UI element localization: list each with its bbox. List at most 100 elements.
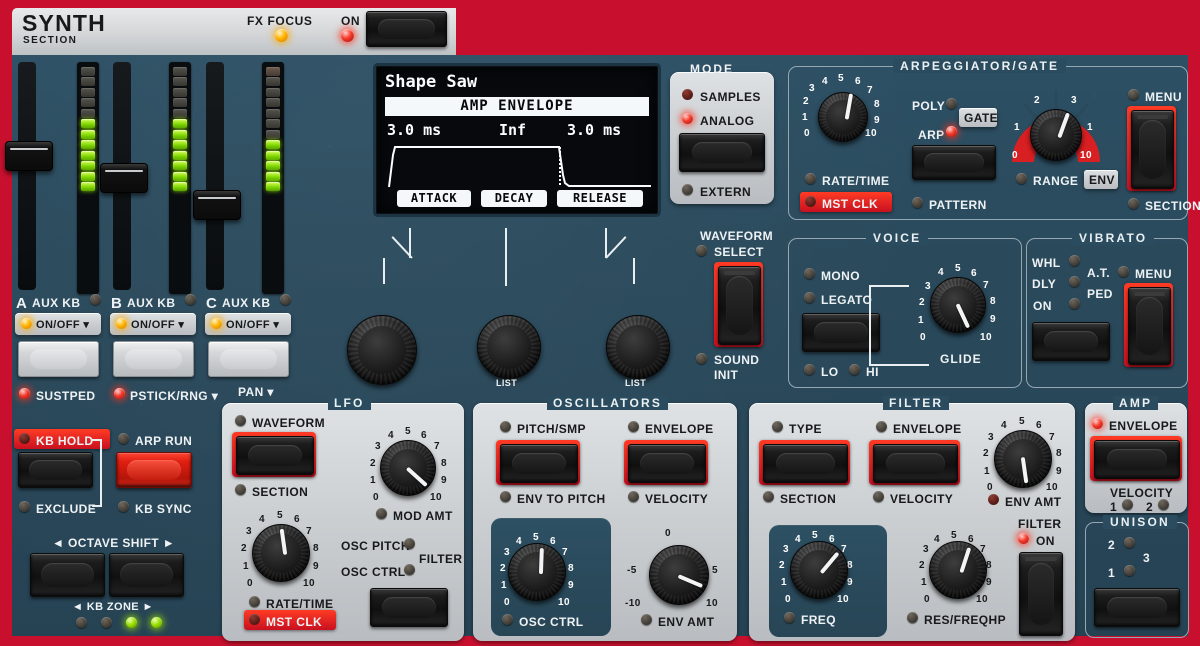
aux-kb-c-onoff-led bbox=[211, 318, 222, 329]
filter-env-amt-knob[interactable] bbox=[994, 430, 1052, 488]
filter-freq-knob[interactable] bbox=[790, 541, 848, 599]
knob-attack[interactable] bbox=[347, 315, 417, 385]
pattern-button[interactable] bbox=[912, 145, 996, 180]
filter-envelope-button[interactable] bbox=[873, 444, 958, 483]
kb-sync-led bbox=[118, 501, 129, 512]
filter-on-rocker[interactable] bbox=[1019, 552, 1063, 636]
filter-res-knob[interactable] bbox=[929, 541, 987, 599]
lfo-mod-tick-1: 1 bbox=[370, 475, 376, 486]
range-led bbox=[1016, 173, 1027, 184]
samples-label: SAMPLES bbox=[700, 90, 761, 104]
vibrato-menu-rocker[interactable] bbox=[1128, 287, 1171, 365]
filter-res-tick-10: 10 bbox=[976, 594, 988, 605]
osc-envamt-tick-m10: -10 bbox=[625, 598, 641, 609]
aux-kb-c-button[interactable] bbox=[208, 341, 289, 377]
lfo-filter-label: FILTER bbox=[419, 552, 463, 566]
lfo-dest-button[interactable] bbox=[370, 588, 448, 627]
gate-label: GATE bbox=[964, 111, 998, 125]
amp-envelope-label: ENVELOPE bbox=[1109, 419, 1178, 433]
osc-ctrl-tick-0: 0 bbox=[504, 597, 510, 608]
osc-ctrl-label: OSC CTRL bbox=[519, 615, 584, 629]
at-label: A.T. bbox=[1087, 266, 1110, 280]
octave-shift-down-button[interactable] bbox=[30, 553, 105, 597]
meter-b bbox=[169, 62, 191, 294]
amp-envelope-led bbox=[1092, 418, 1103, 429]
range-tick-0: 0 bbox=[1012, 150, 1018, 161]
octave-shift-label: ◄ OCTAVE SHIFT ► bbox=[52, 536, 175, 550]
filter-envamt-tick-1: 1 bbox=[984, 466, 990, 477]
aux-kb-b-letter: B bbox=[111, 295, 122, 312]
sound-init-line2: INIT bbox=[714, 368, 738, 382]
arp-run-button[interactable] bbox=[116, 452, 192, 488]
arp-rate-tick-1: 1 bbox=[802, 112, 808, 123]
lcd-line1: Shape Saw bbox=[385, 72, 477, 92]
glide-tick-9: 9 bbox=[990, 314, 996, 325]
aux-kb-a-button[interactable] bbox=[18, 341, 99, 377]
knob-release[interactable] bbox=[606, 315, 670, 379]
lfo-rate-knob[interactable] bbox=[252, 524, 310, 582]
lcd-display[interactable]: Shape Saw AMP ENVELOPE 3.0 ms Inf 3.0 ms… bbox=[376, 66, 658, 214]
filter-velocity-led bbox=[873, 491, 884, 502]
fader-handle-a[interactable] bbox=[5, 141, 53, 171]
lfo-rate-tick-7: 7 bbox=[306, 526, 312, 537]
osc-ctrl-knob[interactable] bbox=[508, 543, 566, 601]
glide-knob[interactable] bbox=[930, 277, 986, 333]
waveform-rocker-button[interactable] bbox=[718, 266, 761, 345]
kb-hold-button[interactable] bbox=[18, 452, 93, 488]
env-to-pitch-label: ENV TO PITCH bbox=[517, 492, 606, 506]
knob-decay[interactable] bbox=[477, 315, 541, 379]
mono-label: MONO bbox=[821, 269, 860, 283]
synth-on-button[interactable] bbox=[366, 11, 447, 47]
lfo-osc-ctrl-label: OSC CTRL bbox=[341, 565, 406, 579]
octave-shift-up-button[interactable] bbox=[109, 553, 184, 597]
kb-hold-label: KB HOLD bbox=[36, 434, 93, 448]
mode-button[interactable] bbox=[679, 133, 765, 172]
fader-handle-c[interactable] bbox=[193, 190, 241, 220]
osc-envamt-tick-10: 10 bbox=[706, 598, 718, 609]
unison-mark-1: 1 bbox=[1108, 566, 1115, 580]
osc-env-amt-label: ENV AMT bbox=[658, 615, 714, 629]
unison-button[interactable] bbox=[1094, 588, 1180, 627]
osc-ctrl-tick-3: 3 bbox=[504, 547, 510, 558]
vibrato-mode-button[interactable] bbox=[1032, 322, 1110, 361]
legato-label: LEGATO bbox=[821, 293, 872, 307]
lfo-mod-tick-2: 2 bbox=[370, 458, 376, 469]
amp-envelope-button[interactable] bbox=[1094, 440, 1180, 479]
arp-rate-knob[interactable] bbox=[818, 92, 868, 142]
range-knob[interactable] bbox=[1030, 109, 1082, 161]
voice-title: VOICE bbox=[866, 231, 928, 245]
osc-pitch-button[interactable] bbox=[500, 444, 578, 483]
lfo-waveform-button[interactable] bbox=[236, 436, 314, 475]
wire-voice-top bbox=[869, 285, 909, 287]
mono-led bbox=[804, 268, 815, 279]
lfo-mod-amt-knob[interactable] bbox=[380, 440, 436, 496]
arp-menu-section-rocker[interactable] bbox=[1131, 110, 1174, 189]
on-led bbox=[341, 29, 354, 42]
sustped-label: SUSTPED bbox=[36, 389, 95, 403]
osc-env-amt-led bbox=[641, 614, 652, 625]
aux-kb-b-led bbox=[185, 294, 196, 305]
glide-tick-5: 5 bbox=[955, 263, 961, 274]
vibrato-title: VIBRATO bbox=[1072, 231, 1154, 245]
lfo-rate-tick-1: 1 bbox=[243, 561, 249, 572]
lfo-rate-tick-3: 3 bbox=[246, 526, 252, 537]
lfo-rate-tick-9: 9 bbox=[313, 561, 319, 572]
lcd-attack-button[interactable]: ATTACK bbox=[397, 190, 471, 207]
filter-type-button[interactable] bbox=[763, 444, 848, 483]
filter-on-line2: ON bbox=[1036, 534, 1055, 548]
lcd-decay-button[interactable]: DECAY bbox=[481, 190, 547, 207]
arp-run-label: ARP RUN bbox=[135, 434, 192, 448]
filter-freq-tick-9: 9 bbox=[847, 577, 853, 588]
osc-envelope-button[interactable] bbox=[628, 444, 706, 483]
fader-handle-b[interactable] bbox=[100, 163, 148, 193]
osc-env-amt-knob[interactable] bbox=[649, 545, 709, 605]
aux-kb-b-button[interactable] bbox=[113, 341, 194, 377]
filter-res-tick-0: 0 bbox=[924, 594, 930, 605]
osc-ctrl-led bbox=[502, 614, 513, 625]
filter-freq-tick-5: 5 bbox=[812, 530, 818, 541]
lcd-release-button[interactable]: RELEASE bbox=[557, 190, 643, 207]
osc-envamt-tick-5: 5 bbox=[712, 565, 718, 576]
vibrato-menu-label: MENU bbox=[1135, 267, 1172, 281]
vib-on-led bbox=[1069, 298, 1080, 309]
arp-rate-tick-7: 7 bbox=[867, 85, 873, 96]
